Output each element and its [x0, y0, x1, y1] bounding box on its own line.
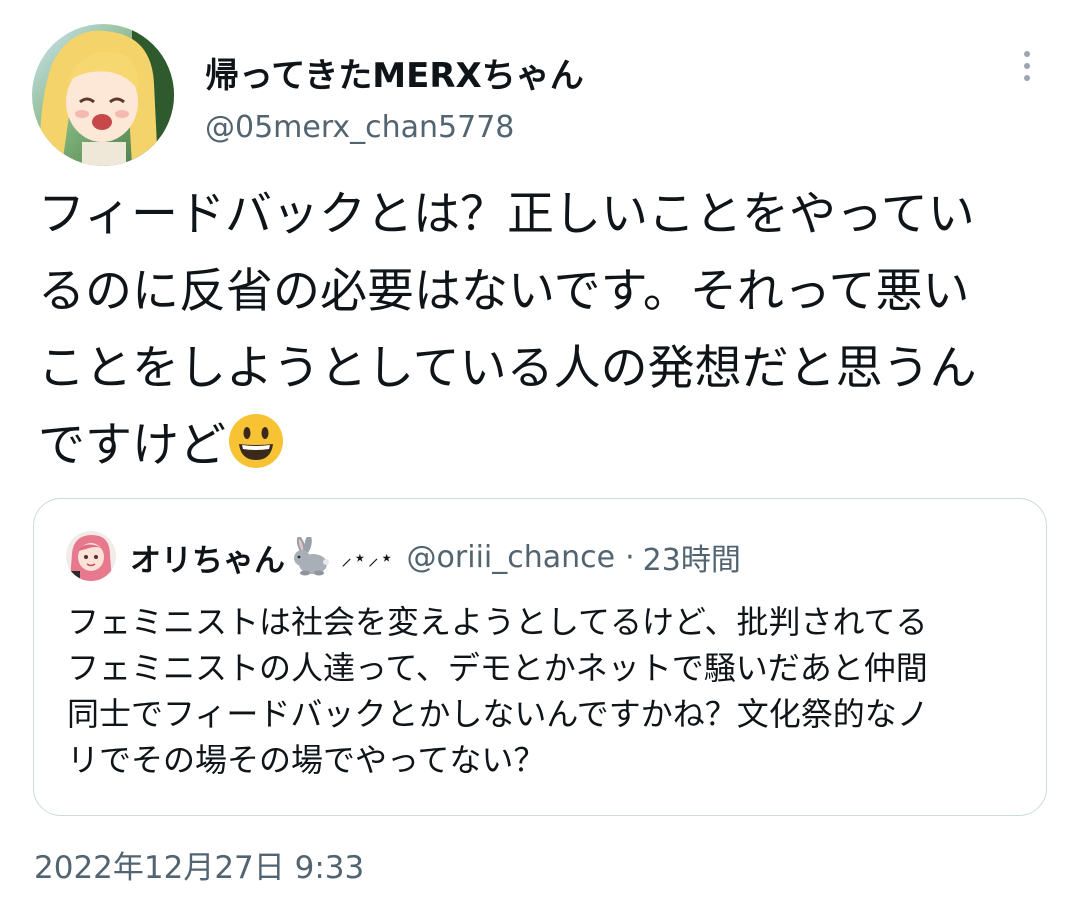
tweet-text-line: ことをしようとしている人の発想だと思うん: [38, 341, 977, 396]
tweet-timestamp[interactable]: 2022年12月27日 9:33: [34, 842, 364, 887]
quoted-tweet-text: フェミニストは社会を変えようとしてるけど、批判されてる フェミニストの人達って、…: [67, 599, 1027, 783]
tweet-text-line-last: ですけど: [38, 407, 1058, 484]
quoted-author-avatar: [66, 531, 116, 581]
quoted-text-line: 同士でフィードバックとかしないんですかね？文化祭的なノ: [67, 695, 929, 733]
quoted-text-line: リでその場その場でやってない？: [67, 741, 546, 779]
quoted-tweet-header: オリちゃん ⸝⋆⸝⋆ @oriii_chance · 23時間: [130, 535, 741, 579]
header-separator: ·: [625, 539, 635, 575]
rabbit-emoji: [287, 535, 329, 577]
more-dot: [1024, 75, 1030, 81]
tweet-text-line: るのに反省の必要はないです。それって悪い: [38, 264, 970, 319]
author-display-name[interactable]: 帰ってきたMERXちゃん: [205, 48, 584, 97]
quoted-author-handle[interactable]: @oriii_chance: [407, 540, 616, 575]
quoted-author-name[interactable]: オリちゃん: [130, 535, 285, 580]
tweet-text-line: フィードバックとは？正しいことをやってい: [38, 187, 975, 242]
quoted-text-line: フェミニストの人達って、デモとかネットで騒いだあと仲間: [67, 649, 928, 687]
author-avatar-image: [32, 24, 174, 166]
quoted-text-line: フェミニストは社会を変えようとしてるけど、批判されてる: [67, 603, 928, 641]
author-avatar[interactable]: [32, 24, 174, 166]
grinning-face-emoji: [228, 413, 284, 469]
author-handle[interactable]: @05merx_chan5778: [205, 110, 514, 145]
more-dot: [1024, 51, 1030, 57]
tweet-text-line: ですけど: [38, 418, 226, 473]
quoted-tweet-card[interactable]: オリちゃん ⸝⋆⸝⋆ @oriii_chance · 23時間 フェミニストは社…: [33, 498, 1047, 816]
quoted-name-decoration: ⸝⋆⸝⋆: [341, 546, 395, 571]
more-vertical-icon[interactable]: [1005, 44, 1049, 88]
quoted-relative-time[interactable]: 23時間: [643, 535, 741, 579]
tweet-text: フィードバックとは？正しいことをやってい るのに反省の必要はないです。それって悪…: [38, 176, 1058, 484]
more-dot: [1024, 63, 1030, 69]
